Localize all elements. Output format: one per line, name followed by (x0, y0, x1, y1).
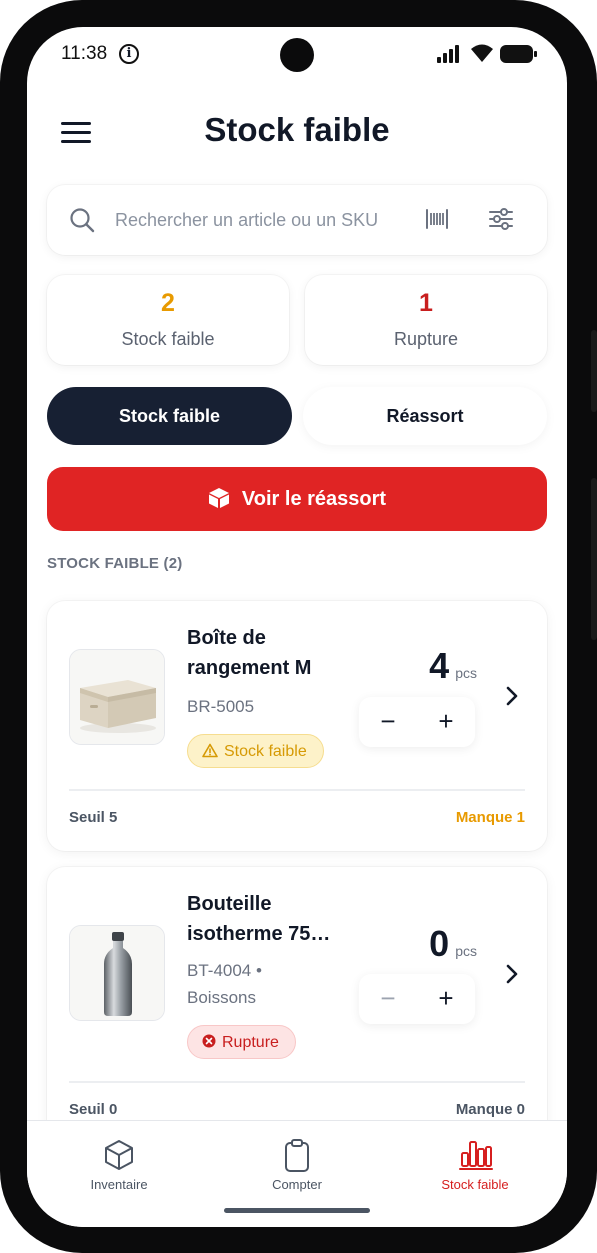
nav-label: Inventaire (90, 1177, 148, 1192)
stat-label-out-of-stock: Rupture (393, 329, 459, 349)
stat-label-low-stock: Stock faible (121, 329, 215, 349)
status-badge: Rupture (187, 1025, 296, 1059)
quantity-stepper: − + (359, 974, 475, 1024)
nav-item-low-stock[interactable]: Stock faible (385, 1121, 565, 1211)
quantity-display: 4 pcs (429, 645, 477, 687)
increment-button[interactable]: + (417, 974, 475, 1024)
stat-value-low-stock: 2 (161, 289, 175, 317)
chevron-right-icon[interactable] (505, 963, 519, 985)
product-image (69, 649, 165, 745)
signal-icon (437, 45, 459, 63)
list-item[interactable]: Boîte de rangement M BR-5005 Stock faibl… (47, 601, 547, 851)
status-badge: Stock faible (187, 734, 324, 768)
bar-chart-icon (459, 1141, 493, 1170)
item-name: Boîte de rangement M (187, 627, 312, 679)
nav-label: Stock faible (441, 1177, 509, 1192)
stat-value-out-of-stock: 1 (419, 289, 433, 317)
item-category: Boissons (187, 988, 256, 1007)
stat-card-out-of-stock[interactable]: 1 Rupture (305, 275, 547, 365)
chevron-right-icon[interactable] (505, 685, 519, 707)
status-bar: 11:38 i (27, 27, 567, 83)
page-title: Stock faible (204, 111, 390, 148)
battery-icon (500, 45, 537, 63)
search-icon (70, 208, 95, 233)
product-image (69, 925, 165, 1021)
tab-restock[interactable]: Réassort (303, 387, 547, 445)
quantity-unit: pcs (455, 665, 477, 681)
power-button (591, 478, 597, 640)
missing-text: Manque 1 (455, 809, 525, 826)
volume-button (591, 330, 597, 412)
box-icon (208, 487, 229, 508)
stat-card-low-stock[interactable]: 2 Stock faible (47, 275, 289, 365)
quantity-value: 4 (429, 645, 450, 686)
threshold-text: Seuil 5 (69, 809, 118, 826)
info-icon: i (119, 44, 139, 64)
section-label: STOCK FAIBLE (2) (47, 555, 183, 572)
home-indicator[interactable] (224, 1208, 370, 1213)
item-sku: BT-4004 • (187, 961, 262, 980)
nav-label: Compter (272, 1177, 322, 1192)
error-icon (202, 1034, 216, 1048)
warning-icon (202, 743, 218, 758)
divider (69, 1081, 525, 1083)
clipboard-icon (285, 1139, 309, 1172)
quantity-display: 0 pcs (429, 923, 477, 965)
status-badge-label: Stock faible (224, 743, 307, 760)
search-input[interactable] (115, 205, 405, 235)
decrement-button[interactable]: − (359, 697, 417, 747)
item-name: Bouteille isotherme 75… (187, 893, 331, 945)
item-sku: BR-5005 (187, 697, 255, 716)
wifi-icon (471, 44, 493, 62)
tab-low-stock[interactable]: Stock faible (47, 387, 292, 445)
threshold-text: Seuil 0 (69, 1101, 118, 1118)
search-bar (47, 185, 547, 255)
status-time: 11:38 (61, 43, 108, 64)
quantity-stepper: − + (359, 697, 475, 747)
view-restock-label: Voir le réassort (241, 488, 387, 510)
view-restock-button[interactable]: Voir le réassort (47, 467, 547, 531)
increment-button[interactable]: + (417, 697, 475, 747)
divider (69, 789, 525, 791)
camera-cutout (280, 38, 314, 72)
missing-text: Manque 0 (455, 1101, 525, 1118)
cube-icon (105, 1140, 133, 1170)
quantity-value: 0 (429, 923, 450, 964)
barcode-scan-icon[interactable] (425, 208, 449, 230)
decrement-button[interactable]: − (359, 974, 417, 1024)
filter-icon[interactable] (488, 206, 514, 232)
quantity-unit: pcs (455, 943, 477, 959)
status-badge-label: Rupture (222, 1034, 279, 1051)
nav-item-count[interactable]: Compter (207, 1121, 387, 1211)
nav-item-inventory[interactable]: Inventaire (29, 1121, 209, 1211)
screen: 11:38 i Stock faible Rechercher un artic… (27, 27, 567, 1227)
